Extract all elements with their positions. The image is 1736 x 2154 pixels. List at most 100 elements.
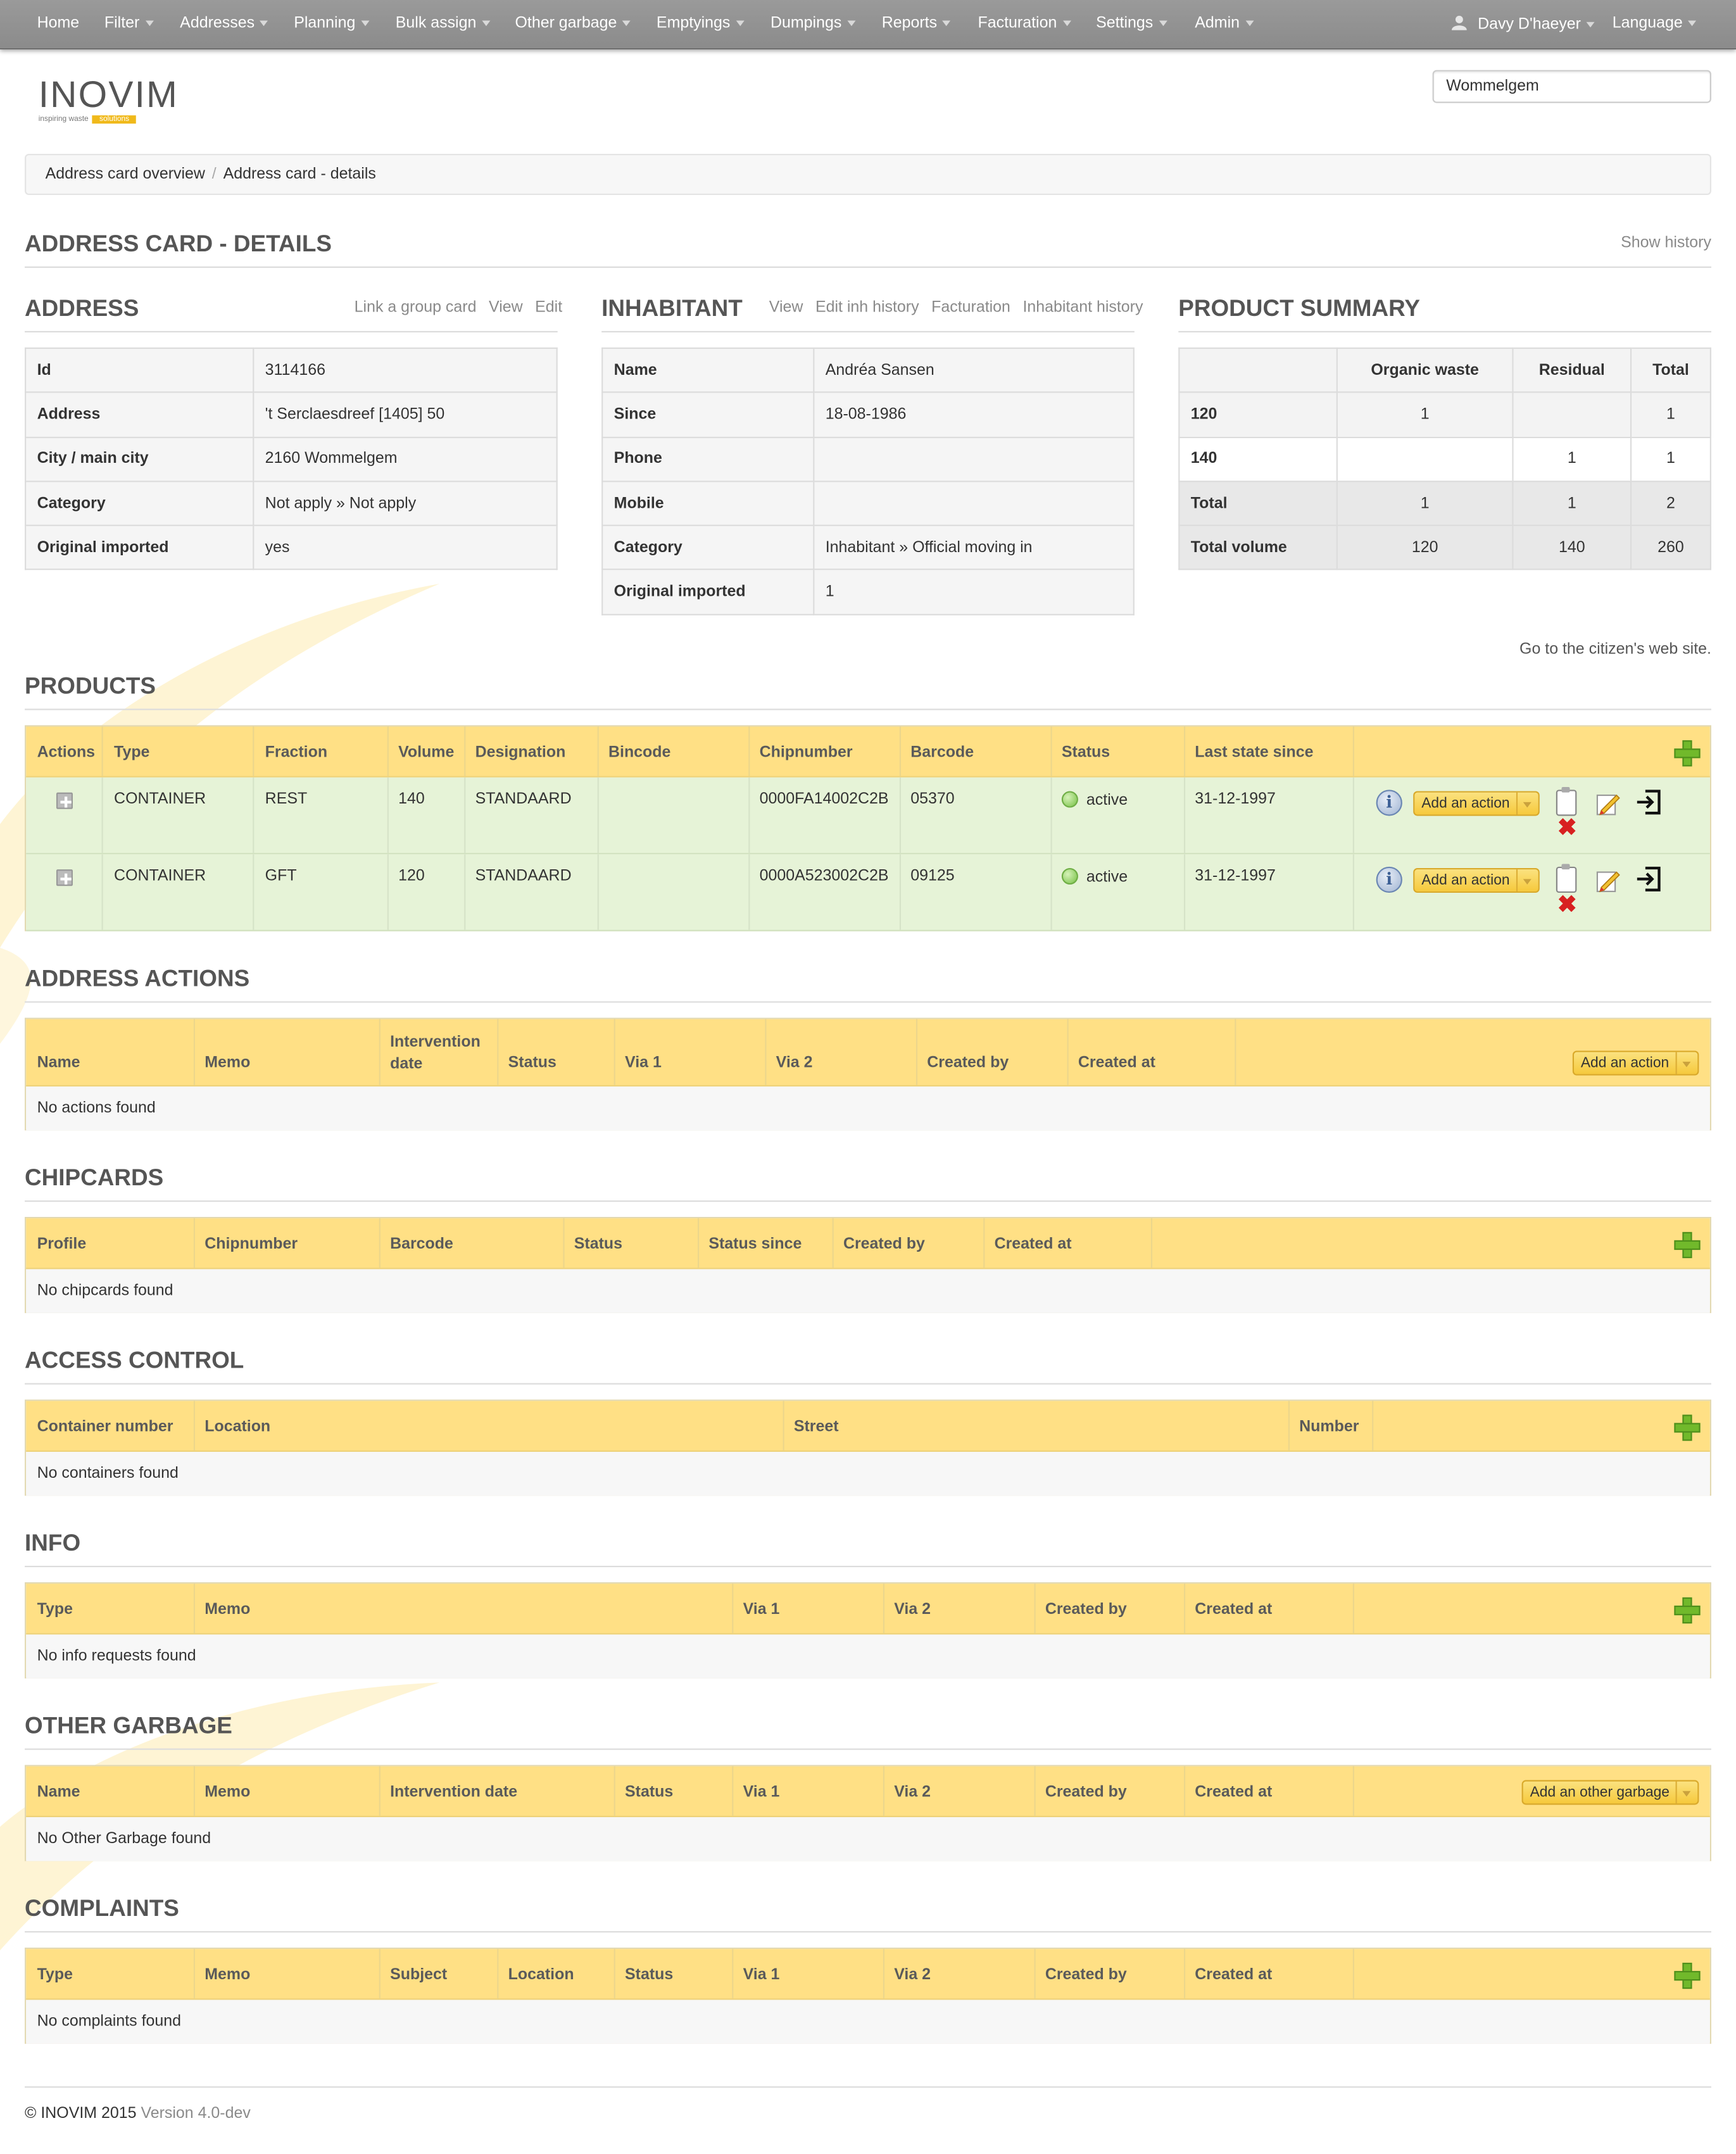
breadcrumb-parent-link[interactable]: Address card overview (46, 166, 205, 182)
products-section-title: PRODUCTS (25, 672, 156, 700)
column-header: Container number (37, 1418, 173, 1435)
column-header: Created at (1195, 1967, 1273, 1984)
chevron-down-icon (736, 20, 745, 27)
nav-home[interactable]: Home (37, 15, 80, 32)
add-an-action-button[interactable]: Add an action (1413, 791, 1540, 816)
column-header: Created by (1045, 1601, 1127, 1618)
column-header: Via 2 (894, 1784, 931, 1801)
add-other-garbage-button[interactable]: Add an other garbage (1521, 1780, 1699, 1805)
product-volume: 140 (398, 791, 425, 808)
edit-pencil-icon[interactable] (1596, 868, 1621, 893)
column-header: Memo (204, 1601, 251, 1618)
column-header: Created at (1195, 1601, 1273, 1618)
add-an-action-button[interactable]: Add an action (1413, 867, 1540, 893)
footer-copyright: © INOVIM 2015 (25, 2105, 137, 2122)
search-input[interactable] (1432, 70, 1711, 103)
status-active-icon (1061, 791, 1078, 808)
chevron-down-icon (1688, 20, 1697, 27)
inhabitant-value (813, 436, 1135, 482)
column-header: Total (1630, 347, 1711, 394)
inovim-logo[interactable]: INOVIM inspiring waste solutions (39, 76, 179, 124)
add-complaint-plus-icon[interactable] (1674, 1962, 1701, 1989)
exit-icon[interactable] (1634, 788, 1661, 816)
chevron-down-icon[interactable] (1675, 1781, 1698, 1804)
address-table: Id 3114166 Address't Serclaesdreef [1405]… (25, 347, 558, 571)
nav-reports[interactable]: Reports (882, 15, 951, 32)
access-control-title: ACCESS CONTROL (25, 1347, 244, 1374)
chevron-down-icon[interactable] (1516, 792, 1538, 815)
inhabitant-facturation-link[interactable]: Facturation (931, 299, 1010, 316)
table-row: Since 18-08-1986 (601, 391, 1135, 438)
summary-cell: 1 (1630, 436, 1711, 482)
inhabitant-history-link[interactable]: Inhabitant history (1022, 299, 1143, 316)
chevron-down-icon[interactable] (1516, 869, 1538, 891)
add-info-plus-icon[interactable] (1674, 1597, 1701, 1624)
nav-filter[interactable]: Filter (104, 15, 154, 32)
table-row: Total volume 120 140 260 (1178, 525, 1711, 571)
nav-admin[interactable]: Admin (1195, 15, 1254, 32)
column-header: Location (204, 1418, 271, 1435)
table-row: Total 1 1 2 (1178, 481, 1711, 527)
edit-pencil-icon[interactable] (1596, 791, 1621, 816)
address-actions-empty: No actions found (26, 1086, 1710, 1131)
address-key: Address (25, 391, 255, 438)
nav-other-garbage[interactable]: Other garbage (515, 15, 631, 32)
nav-dumpings[interactable]: Dumpings (771, 15, 855, 32)
clipboard-icon[interactable] (1556, 864, 1577, 893)
column-header: Type (37, 1967, 73, 1984)
info-title: INFO (25, 1530, 81, 1556)
column-header: Via 2 (894, 1601, 931, 1618)
expand-row-icon[interactable] (56, 792, 73, 809)
inhabitant-links: View Edit inh history Facturation Inhabitan… (757, 299, 1143, 316)
inhabitant-key: Since (601, 391, 815, 438)
nav-language[interactable]: Language (1613, 15, 1697, 32)
access-control-table: Container number Location Street Number … (25, 1399, 1711, 1496)
summary-cell: 1 (1512, 481, 1632, 527)
add-chipcard-plus-icon[interactable] (1674, 1231, 1701, 1259)
address-actions-table: Name Memo Intervention date Status Via 1… (25, 1017, 1711, 1131)
other-garbage-table: Name Memo Intervention date Status Via 1… (25, 1765, 1711, 1861)
inhabitant-view-link[interactable]: View (769, 299, 803, 316)
product-barcode: 09125 (910, 867, 955, 885)
edit-inh-history-link[interactable]: Edit inh history (815, 299, 919, 316)
add-an-action-button[interactable]: Add an action (1572, 1050, 1699, 1076)
product-chipnumber: 0000FA14002C2B (759, 791, 889, 808)
address-view-link[interactable]: View (489, 299, 523, 316)
summary-cell: 1 (1512, 436, 1632, 482)
divider (25, 1931, 1711, 1933)
nav-user-menu[interactable]: Davy D'haeyer (1451, 15, 1595, 33)
info-icon[interactable]: i (1376, 866, 1402, 893)
nav-planning[interactable]: Planning (294, 15, 370, 32)
column-header: Via 1 (625, 1055, 662, 1072)
exit-icon[interactable] (1634, 866, 1661, 893)
summary-cell: 260 (1630, 525, 1711, 571)
summary-cell: 140 (1512, 525, 1632, 571)
address-value: 2160 Wommelgem (253, 436, 558, 482)
delete-icon[interactable]: ✖ (1556, 893, 1578, 916)
nav-bulk-assign[interactable]: Bulk assign (396, 15, 491, 32)
nav-emptyings[interactable]: Emptyings (657, 15, 745, 32)
link-group-card-link[interactable]: Link a group card (355, 299, 477, 316)
table-row: 140 1 1 (1178, 436, 1711, 482)
delete-icon[interactable]: ✖ (1556, 816, 1578, 840)
column-header: Barcode (910, 744, 974, 761)
table-row: Name Andréa Sansen (601, 347, 1135, 394)
column-header: Memo (204, 1784, 251, 1801)
other-garbage-header: Name Memo Intervention date Status Via 1… (26, 1766, 1710, 1817)
address-edit-link[interactable]: Edit (535, 299, 562, 316)
nav-addresses[interactable]: Addresses (180, 15, 268, 32)
expand-row-icon[interactable] (56, 869, 73, 886)
inhabitant-table: Name Andréa Sansen Since 18-08-1986 Phone … (601, 347, 1135, 615)
add-product-plus-icon[interactable] (1674, 740, 1701, 767)
add-container-plus-icon[interactable] (1674, 1414, 1701, 1441)
citizen-website-link[interactable]: Go to the citizen's web site. (1519, 641, 1711, 658)
column-header: Subject (390, 1967, 448, 1984)
info-icon[interactable]: i (1376, 790, 1402, 816)
nav-facturation[interactable]: Facturation (978, 15, 1071, 32)
clipboard-icon[interactable] (1556, 787, 1577, 816)
nav-settings[interactable]: Settings (1096, 15, 1167, 32)
product-status: active (1061, 867, 1128, 886)
chevron-down-icon[interactable] (1675, 1052, 1698, 1074)
show-history-link[interactable]: Show history (1621, 235, 1711, 251)
address-value: yes (253, 525, 558, 571)
